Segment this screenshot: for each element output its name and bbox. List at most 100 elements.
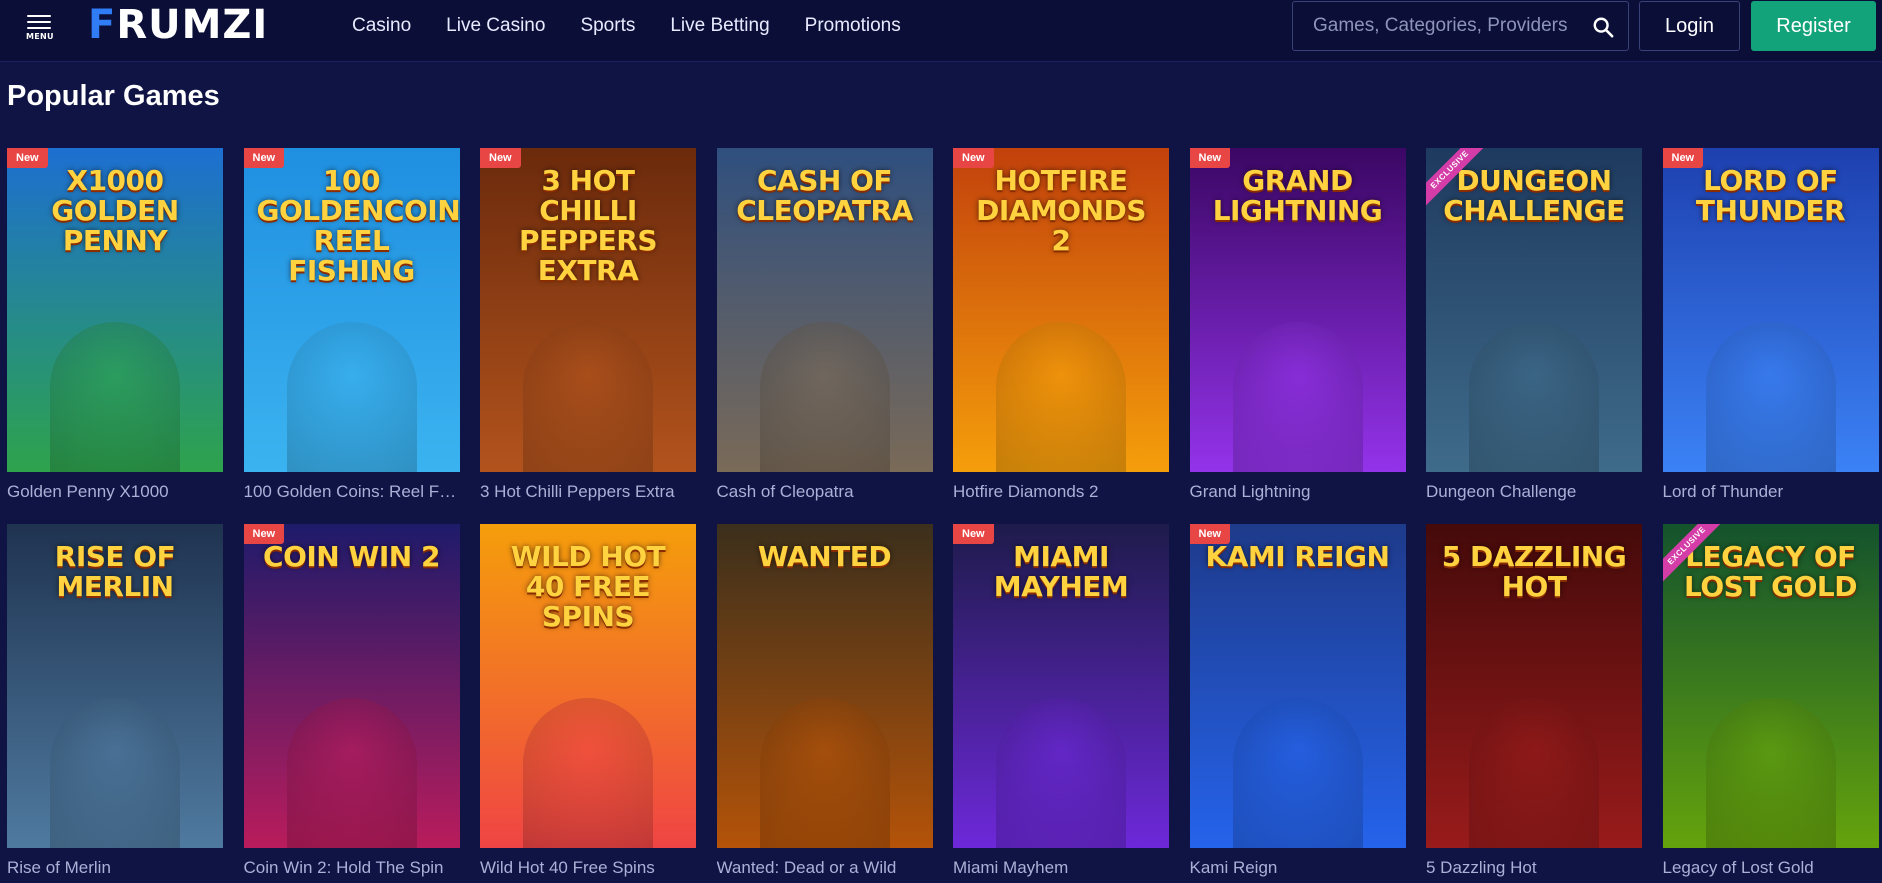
game-card[interactable]: 5 Dazzling Hot 5 Dazzling Hot	[1426, 524, 1642, 883]
game-title[interactable]: 5 Dazzling Hot	[1426, 858, 1642, 878]
game-title[interactable]: Golden Penny X1000	[7, 482, 223, 502]
hamburger-icon-bar	[27, 27, 51, 29]
new-badge: New	[7, 148, 48, 168]
nav-live-betting[interactable]: Live Betting	[670, 15, 769, 37]
game-thumbnail[interactable]: Cash of Cleopatra	[716, 148, 933, 472]
new-badge: New	[953, 148, 994, 168]
game-character-art	[1469, 322, 1599, 472]
game-card[interactable]: Miami Mayhem New Miami Mayhem	[953, 524, 1169, 883]
games-grid: x1000 Golden Penny New Golden Penny X1000 1…	[7, 148, 1882, 883]
game-art-title: Wild Hot 40 Free Spins	[510, 540, 666, 633]
game-art-title: Grand Lightning	[1212, 164, 1383, 227]
game-art-title: x1000 Golden Penny	[51, 164, 179, 257]
game-title[interactable]: Hotfire Diamonds 2	[953, 482, 1169, 502]
game-card[interactable]: x1000 Golden Penny New Golden Penny X1000	[7, 148, 223, 524]
register-button[interactable]: Register	[1751, 1, 1876, 51]
game-title[interactable]: Rise of Merlin	[7, 858, 223, 878]
new-badge: New	[480, 148, 521, 168]
search-input[interactable]	[1293, 2, 1583, 50]
game-thumbnail[interactable]: Wanted	[716, 524, 933, 848]
game-title[interactable]: Lord of Thunder	[1663, 482, 1879, 502]
game-card[interactable]: Lord of Thunder New Lord of Thunder	[1662, 148, 1879, 524]
game-thumbnail[interactable]: Kami Reign New	[1189, 524, 1406, 848]
menu-label: MENU	[26, 32, 54, 41]
game-thumbnail[interactable]: Rise of Merlin	[7, 524, 223, 848]
game-thumbnail[interactable]: Hotfire Diamonds 2 New	[953, 148, 1169, 472]
game-card[interactable]: Kami Reign New Kami Reign	[1189, 524, 1406, 883]
game-character-art	[1232, 322, 1363, 472]
top-header: MENU FRUMZI Casino Live Casino Sports Li…	[0, 0, 1882, 62]
main-nav: Casino Live Casino Sports Live Betting P…	[352, 0, 936, 52]
nav-live-casino[interactable]: Live Casino	[446, 15, 545, 37]
game-card[interactable]: Rise of Merlin Rise of Merlin	[7, 524, 223, 883]
game-art-title: Cash of Cleopatra	[736, 164, 913, 227]
hamburger-icon	[27, 15, 51, 17]
frumzi-logo[interactable]: FRUMZI	[88, 5, 268, 45]
game-title[interactable]: Grand Lightning	[1190, 482, 1406, 502]
new-badge: New	[953, 524, 994, 544]
game-card[interactable]: Wild Hot 40 Free Spins Wild Hot 40 Free S…	[480, 524, 696, 883]
game-art-title: 3 Hot Chilli Peppers Extra	[518, 164, 658, 287]
game-character-art	[286, 698, 417, 848]
game-thumbnail[interactable]: Legacy of Lost Gold EXCLUSIVE	[1662, 524, 1879, 848]
game-thumbnail[interactable]: Lord of Thunder New	[1662, 148, 1879, 472]
game-thumbnail[interactable]: Dungeon Challenge EXCLUSIVE	[1426, 148, 1642, 472]
game-art-title: Legacy of Lost Gold	[1683, 540, 1858, 603]
game-thumbnail[interactable]: Miami Mayhem New	[953, 524, 1169, 848]
search-icon[interactable]	[1592, 16, 1614, 38]
new-badge: New	[1662, 148, 1704, 168]
login-button[interactable]: Login	[1639, 1, 1740, 51]
game-title[interactable]: 3 Hot Chilli Peppers Extra	[480, 482, 696, 502]
game-title[interactable]: Wild Hot 40 Free Spins	[480, 858, 696, 878]
game-title[interactable]: 100 Golden Coins: Reel Fishing	[244, 482, 460, 502]
game-art-title: Dungeon Challenge	[1443, 164, 1625, 227]
game-art-title: Hotfire Diamonds 2	[976, 164, 1146, 257]
game-title[interactable]: Dungeon Challenge	[1426, 482, 1642, 502]
game-thumbnail[interactable]: 5 Dazzling Hot	[1426, 524, 1642, 848]
game-title[interactable]: Coin Win 2: Hold The Spin	[244, 858, 460, 878]
game-character-art	[759, 698, 890, 848]
nav-sports[interactable]: Sports	[580, 15, 635, 37]
nav-promotions[interactable]: Promotions	[805, 15, 901, 37]
game-character-art	[50, 698, 180, 848]
game-art-title: Coin Win 2	[263, 540, 440, 573]
game-character-art	[523, 322, 653, 472]
game-title[interactable]: Cash of Cleopatra	[717, 482, 933, 502]
game-character-art	[50, 322, 180, 472]
game-art-title: Rise of Merlin	[54, 540, 176, 603]
game-art-title: 5 Dazzling Hot	[1441, 540, 1627, 603]
game-character-art	[996, 322, 1126, 472]
game-character-art	[1705, 322, 1836, 472]
game-card[interactable]: Cash of Cleopatra Cash of Cleopatra	[716, 148, 933, 524]
game-thumbnail[interactable]: Wild Hot 40 Free Spins	[480, 524, 696, 848]
menu-button[interactable]: MENU	[24, 12, 56, 42]
new-badge: New	[243, 524, 285, 544]
logo-accent: F	[88, 2, 117, 48]
game-card[interactable]: Coin Win 2 New Coin Win 2: Hold The Spin	[243, 524, 460, 883]
game-card[interactable]: Hotfire Diamonds 2 New Hotfire Diamonds 2	[953, 148, 1169, 524]
game-thumbnail[interactable]: Grand Lightning New	[1189, 148, 1406, 472]
new-badge: New	[1189, 524, 1231, 544]
nav-casino[interactable]: Casino	[352, 15, 411, 37]
game-thumbnail[interactable]: x1000 Golden Penny New	[7, 148, 223, 472]
game-card[interactable]: 100 Goldencoins Reel Fishing New 100 Golde…	[243, 148, 460, 524]
game-art-title: 100 Goldencoins Reel Fishing	[256, 164, 460, 287]
game-thumbnail[interactable]: 100 Goldencoins Reel Fishing New	[243, 148, 460, 472]
game-character-art	[1469, 698, 1599, 848]
game-title[interactable]: Miami Mayhem	[953, 858, 1169, 878]
game-art-title: Lord of Thunder	[1695, 164, 1846, 227]
game-thumbnail[interactable]: Coin Win 2 New	[243, 524, 460, 848]
logo-rest: RUMZI	[116, 2, 269, 48]
game-card[interactable]: 3 Hot Chilli Peppers Extra New 3 Hot Chill…	[480, 148, 696, 524]
game-card[interactable]: Grand Lightning New Grand Lightning	[1189, 148, 1406, 524]
game-title[interactable]: Legacy of Lost Gold	[1663, 858, 1879, 878]
game-thumbnail[interactable]: 3 Hot Chilli Peppers Extra New	[480, 148, 696, 472]
game-card[interactable]: Legacy of Lost Gold EXCLUSIVE Legacy of Lo…	[1662, 524, 1879, 883]
game-character-art	[1232, 698, 1363, 848]
game-art-title: Miami Mayhem	[993, 540, 1129, 603]
new-badge: New	[243, 148, 285, 168]
game-card[interactable]: Wanted Wanted: Dead or a Wild	[716, 524, 933, 883]
game-title[interactable]: Kami Reign	[1190, 858, 1406, 878]
game-card[interactable]: Dungeon Challenge EXCLUSIVE Dungeon Challe…	[1426, 148, 1642, 524]
game-title[interactable]: Wanted: Dead or a Wild	[717, 858, 933, 878]
